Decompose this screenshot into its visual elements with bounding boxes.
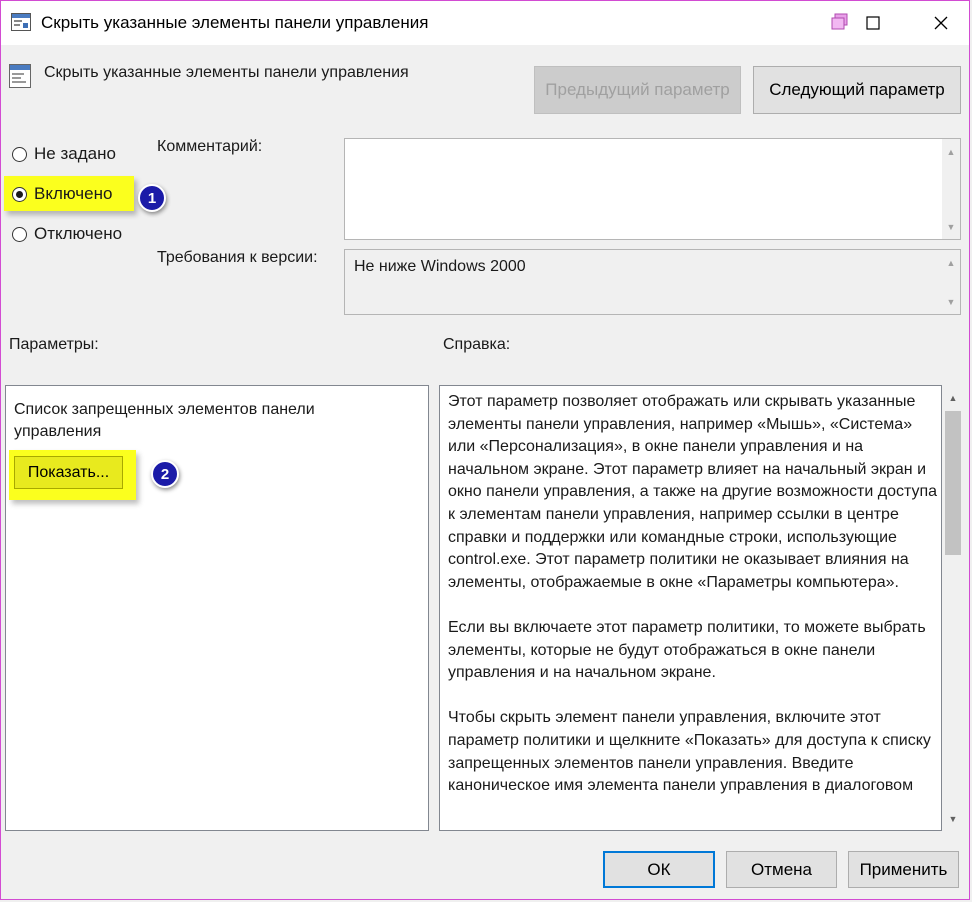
- version-field: Не ниже Windows 2000 ▲ ▼: [344, 249, 961, 315]
- maximize-button[interactable]: [853, 7, 893, 39]
- help-label: Справка:: [443, 336, 511, 353]
- step-badge-1: 1: [138, 184, 166, 212]
- radio-label: Не задано: [34, 144, 116, 163]
- scroll-thumb[interactable]: [945, 411, 961, 555]
- maximize-icon: [866, 16, 880, 30]
- help-text: Этот параметр позволяет отображать или с…: [448, 391, 938, 820]
- version-label: Требования к версии:: [157, 249, 318, 266]
- radio-enabled[interactable]: Включено: [12, 184, 112, 204]
- title-bar: Скрыть указанные элементы панели управле…: [1, 1, 969, 45]
- comment-label: Комментарий:: [157, 138, 263, 155]
- step-badge-2: 2: [151, 460, 179, 488]
- scroll-down-icon[interactable]: ▼: [943, 810, 963, 827]
- policy-name: Скрыть указанные элементы панели управле…: [44, 64, 409, 81]
- comment-scrollbar[interactable]: ▲ ▼: [942, 139, 960, 239]
- policy-window-icon: [11, 13, 31, 31]
- help-paragraph: Если вы включаете этот параметр политики…: [448, 618, 926, 682]
- help-scrollbar[interactable]: ▲ ▼: [943, 385, 963, 831]
- minimize-icon: [831, 13, 848, 30]
- show-button[interactable]: Показать...: [14, 456, 123, 489]
- apply-button[interactable]: Применить: [848, 851, 959, 888]
- radio-circle-selected: [12, 186, 27, 202]
- close-icon: [934, 16, 948, 30]
- version-scrollbar[interactable]: ▲ ▼: [942, 250, 960, 314]
- next-setting-button[interactable]: Следующий параметр: [753, 66, 961, 114]
- scroll-up-icon[interactable]: ▲: [942, 143, 960, 160]
- scroll-down-icon[interactable]: ▼: [942, 293, 960, 310]
- radio-label: Включено: [34, 184, 113, 203]
- previous-setting-button[interactable]: Предыдущий параметр: [534, 66, 741, 114]
- radio-disabled[interactable]: Отключено: [12, 224, 122, 244]
- cancel-button[interactable]: Отмена: [726, 851, 837, 888]
- radio-label: Отключено: [34, 224, 123, 243]
- policy-icon: [9, 64, 31, 88]
- options-label: Параметры:: [9, 336, 99, 353]
- window-title: Скрыть указанные элементы панели управле…: [41, 13, 429, 32]
- disallowed-list-label: Список запрещенных элементов панели упра…: [14, 401, 315, 440]
- comment-textarea[interactable]: ▲ ▼: [344, 138, 961, 240]
- version-value: Не ниже Windows 2000: [354, 258, 526, 275]
- help-panel: Этот параметр позволяет отображать или с…: [439, 385, 942, 831]
- ok-button[interactable]: ОК: [603, 851, 715, 888]
- radio-circle: [12, 226, 27, 242]
- scroll-up-icon[interactable]: ▲: [943, 389, 963, 406]
- scroll-down-icon[interactable]: ▼: [942, 218, 960, 235]
- scroll-up-icon[interactable]: ▲: [942, 254, 960, 271]
- radio-not-configured[interactable]: Не задано: [12, 144, 116, 164]
- help-paragraph: Чтобы скрыть элемент панели управления, …: [448, 709, 931, 795]
- radio-circle: [12, 146, 27, 162]
- close-button[interactable]: [921, 7, 961, 39]
- help-paragraph: Этот параметр позволяет отображать или с…: [448, 393, 938, 591]
